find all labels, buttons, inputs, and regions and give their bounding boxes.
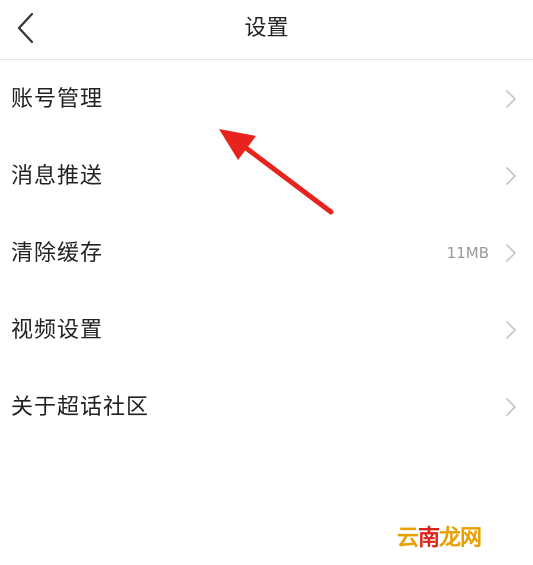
settings-menu: 账号管理 消息推送 清除缓存 11MB 视频设置 关于超话社区: [0, 61, 533, 446]
menu-item-about[interactable]: 关于超话社区: [0, 369, 533, 446]
top-bar: 设置: [0, 0, 533, 60]
watermark-text: 龙网: [439, 526, 482, 551]
chevron-right-icon: [506, 398, 516, 416]
menu-item-label: 视频设置: [11, 318, 104, 343]
menu-item-label: 账号管理: [11, 87, 104, 112]
page-title: 设置: [244, 16, 289, 41]
chevron-right-icon: [506, 90, 516, 108]
menu-item-label: 关于超话社区: [11, 395, 150, 420]
menu-item-notifications[interactable]: 消息推送: [0, 138, 533, 215]
chevron-right-icon: [506, 167, 516, 185]
menu-item-video-settings[interactable]: 视频设置: [0, 292, 533, 369]
watermark-text: 南: [418, 526, 440, 551]
chevron-right-icon: [506, 321, 516, 339]
menu-item-label: 清除缓存: [11, 241, 104, 266]
watermark-logo: 云南龙网: [397, 520, 482, 552]
cache-size-value: 11MB: [446, 244, 489, 262]
menu-item-account[interactable]: 账号管理: [0, 61, 533, 138]
watermark-text: 云: [397, 526, 419, 551]
chevron-right-icon: [506, 244, 516, 262]
menu-item-clear-cache[interactable]: 清除缓存 11MB: [0, 215, 533, 292]
menu-item-label: 消息推送: [11, 164, 104, 189]
